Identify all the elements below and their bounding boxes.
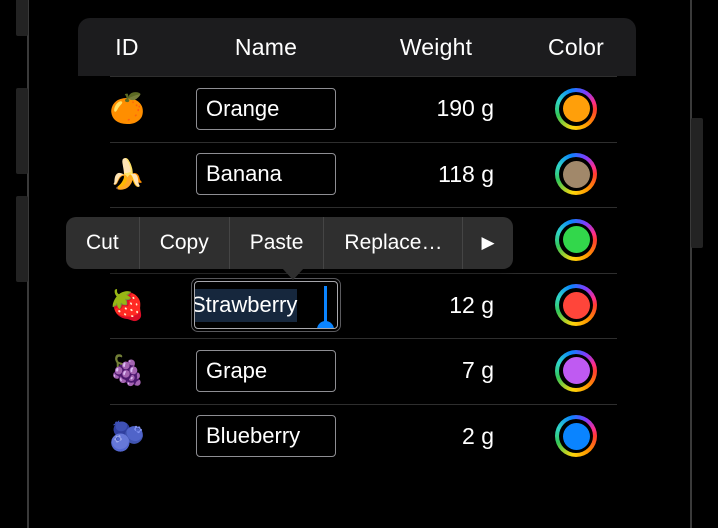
weight-value: 7 g: [462, 357, 494, 384]
color-well[interactable]: [555, 153, 597, 196]
table-row[interactable]: 🍇 Grape 7 g: [78, 338, 636, 404]
table-row[interactable]: 🫐 Blueberry 2 g: [78, 403, 636, 470]
color-well-gap: [559, 353, 593, 388]
color-well[interactable]: [555, 415, 597, 458]
volume-up-button[interactable]: [16, 88, 28, 174]
name-cell[interactable]: Blueberry: [176, 415, 356, 458]
color-well-fill: [562, 95, 590, 123]
blueberries-emoji: 🫐: [108, 418, 146, 453]
color-well-gap: [559, 91, 593, 126]
phone-screen: ID Name Weight Color 🍊 Orange 190 g 🍌 Ba…: [0, 0, 718, 528]
color-cell[interactable]: [516, 87, 636, 130]
weight-value: 118 g: [438, 160, 494, 187]
color-well-gap: [559, 222, 593, 257]
caret-grab-handle[interactable]: [317, 321, 334, 329]
color-cell[interactable]: [516, 415, 636, 458]
color-cell[interactable]: [516, 153, 636, 196]
menu-item-paste[interactable]: Paste: [230, 217, 325, 269]
table-header-row: ID Name Weight Color: [78, 18, 636, 76]
name-cell[interactable]: Orange: [176, 87, 356, 130]
name-input[interactable]: Banana: [196, 153, 336, 196]
column-header-id: ID: [115, 33, 139, 60]
color-well[interactable]: [555, 284, 597, 327]
color-cell[interactable]: [516, 349, 636, 392]
color-well-fill: [562, 291, 590, 319]
column-header-weight: Weight: [399, 33, 473, 60]
selected-text: Strawberry: [195, 288, 298, 322]
text-edit-context-menu[interactable]: Cut Copy Paste Replace… ▶: [66, 217, 513, 269]
power-button[interactable]: [691, 118, 703, 248]
column-header-color: Color: [548, 33, 604, 60]
color-well[interactable]: [555, 87, 597, 130]
color-well-fill: [562, 357, 590, 385]
menu-item-cut[interactable]: Cut: [66, 217, 140, 269]
weight-value: 12 g: [449, 291, 494, 318]
menu-next-page-arrow-icon[interactable]: ▶: [463, 217, 512, 269]
table-row[interactable]: 🍌 Banana 118 g: [78, 141, 636, 208]
color-well[interactable]: [555, 349, 597, 392]
menu-item-replace[interactable]: Replace…: [324, 217, 464, 269]
context-menu-pointer-tail: [282, 268, 304, 280]
strawberry-emoji: 🍓: [108, 287, 146, 322]
orange-emoji: 🍊: [108, 91, 146, 126]
name-cell[interactable]: Grape: [176, 349, 356, 392]
volume-down-button[interactable]: [16, 196, 28, 282]
name-cell[interactable]: Strawberry: [176, 278, 356, 333]
device-left-rail: [27, 0, 29, 528]
column-header-name: Name: [234, 33, 298, 60]
table-row-selected[interactable]: 🍓 Strawberry 12 g: [78, 272, 636, 339]
weight-value: 2 g: [462, 422, 494, 449]
name-input[interactable]: Blueberry: [196, 415, 336, 458]
color-cell[interactable]: [516, 218, 636, 261]
color-cell[interactable]: [516, 284, 636, 327]
grapes-emoji: 🍇: [108, 353, 146, 388]
color-well-gap: [559, 288, 593, 323]
name-input[interactable]: Grape: [196, 349, 336, 392]
table-row[interactable]: 🍊 Orange 190 g: [78, 76, 636, 142]
device-right-rail: [690, 0, 692, 528]
name-input-focused[interactable]: Strawberry: [191, 278, 341, 333]
color-well-fill: [562, 422, 590, 450]
color-well[interactable]: [555, 218, 597, 261]
color-well-gap: [559, 157, 593, 192]
name-input[interactable]: Orange: [196, 87, 336, 130]
weight-value: 190 g: [436, 95, 494, 122]
text-caret[interactable]: [317, 286, 334, 329]
color-well-gap: [559, 419, 593, 454]
menu-item-copy[interactable]: Copy: [140, 217, 230, 269]
silent-switch-button[interactable]: [16, 0, 28, 36]
name-cell[interactable]: Banana: [176, 153, 356, 196]
color-well-fill: [562, 160, 590, 188]
color-well-fill: [562, 226, 590, 254]
banana-emoji: 🍌: [108, 156, 146, 191]
